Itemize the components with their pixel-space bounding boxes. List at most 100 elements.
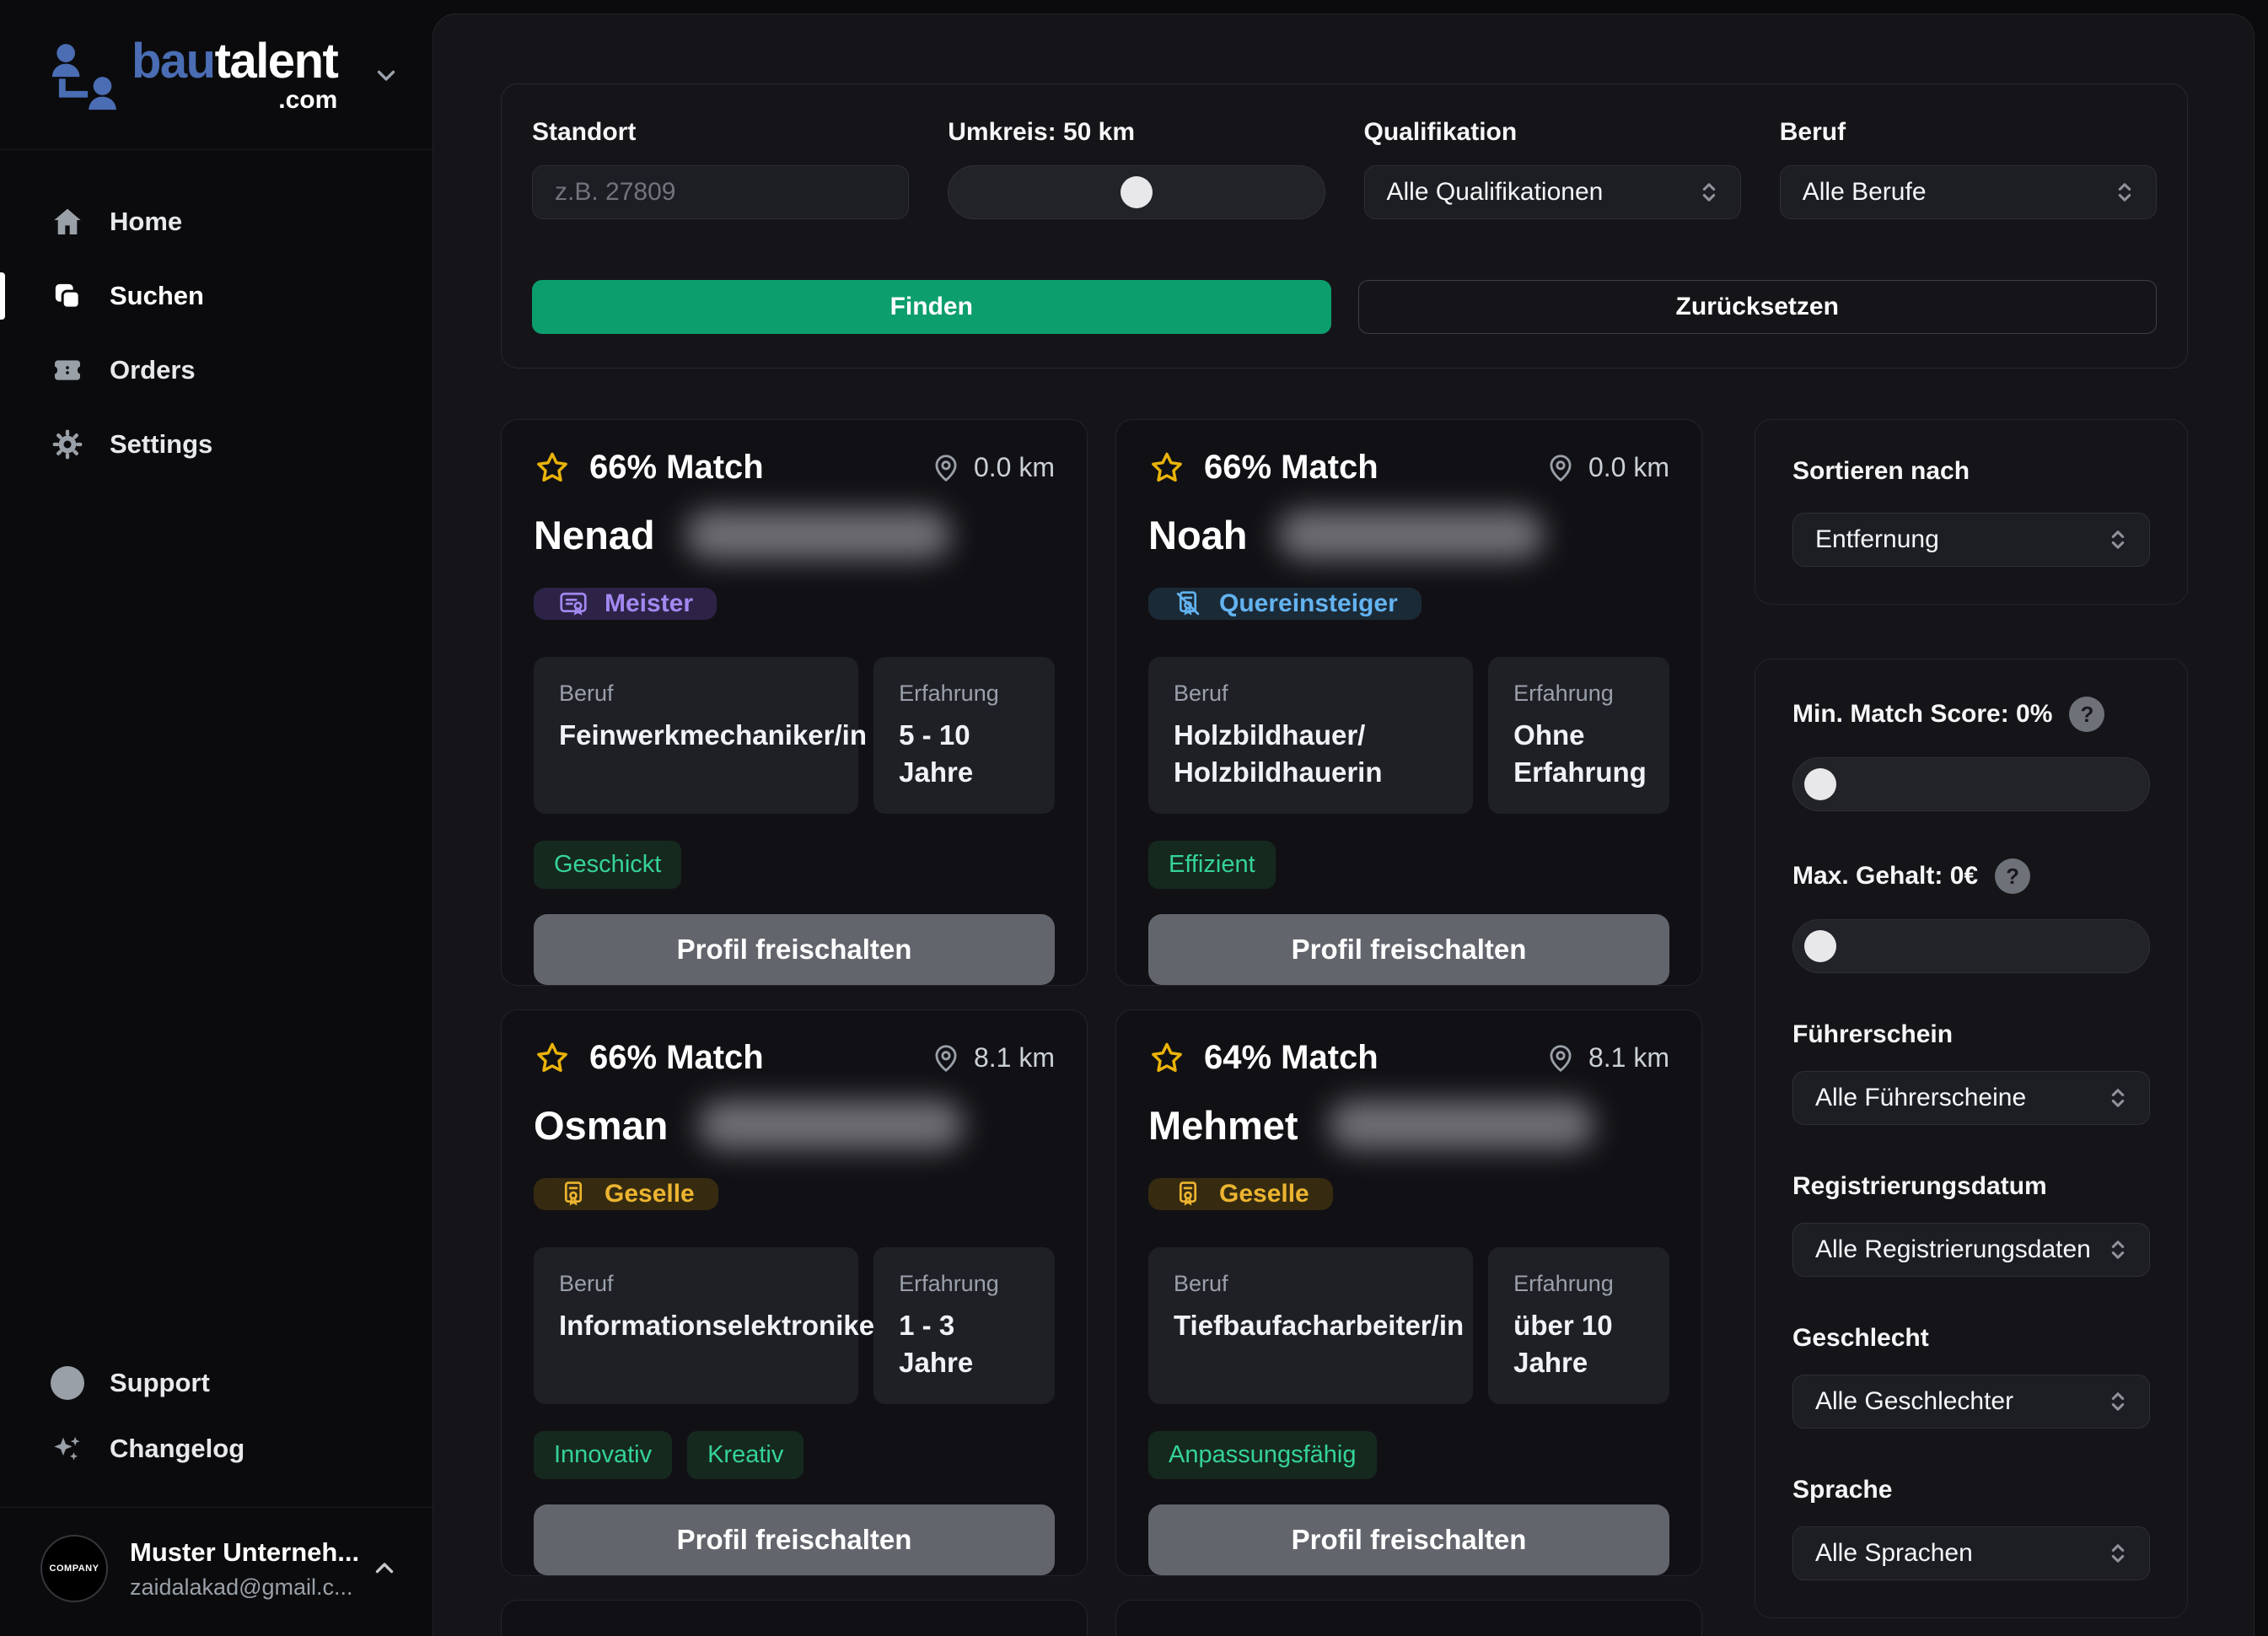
select-chevrons-icon (2104, 525, 2132, 554)
star-icon (1148, 449, 1185, 487)
beruf-select[interactable]: Alle Berufe (1780, 165, 2157, 219)
brand-wordmark: bautalent .com (132, 37, 337, 113)
brand-talent: talent (215, 34, 338, 89)
beruf-box-label: Beruf (559, 1271, 833, 1297)
sort-select-value: Entfernung (1815, 525, 1939, 554)
distance-value: 0.0 km (1588, 452, 1669, 483)
fuehrerschein-label: Führerschein (1792, 1020, 2150, 1049)
match-score: 66% Match (589, 449, 764, 487)
map-pin-icon (1545, 1042, 1577, 1074)
qualifikation-field-group: Qualifikation Alle Qualifikationen (1364, 118, 1741, 219)
sprache-label: Sprache (1792, 1476, 2150, 1504)
user-menu[interactable]: COMPANY Muster Unterneh... zaidalakad@gm… (0, 1508, 433, 1636)
qualification-badge: Meister (534, 588, 717, 620)
trait-tag: Geschickt (534, 841, 681, 889)
select-chevrons-icon (2104, 1235, 2132, 1264)
candidate-card: 66% Match 0.0 km Noah Quereinsteiger (1115, 419, 1702, 986)
sidebar-item-suchen[interactable]: Suchen (0, 263, 433, 329)
find-button[interactable]: Finden (532, 280, 1331, 334)
qualification-badge: Geselle (1148, 1178, 1333, 1210)
star-icon (534, 449, 571, 487)
candidate-first-name: Noah (1148, 512, 1248, 558)
unlock-profile-button[interactable]: Profil freischalten (1148, 914, 1669, 985)
sidebar-item-orders[interactable]: Orders (0, 337, 433, 403)
badge-label: Geselle (1219, 1180, 1309, 1208)
max-salary-slider[interactable] (1792, 919, 2150, 973)
beruf-box-value: Holzbildhauer/ Holzbildhauerin (1174, 717, 1448, 790)
distance-value: 8.1 km (1588, 1042, 1669, 1074)
match-score: 66% Match (1204, 449, 1379, 487)
sidebar: bautalent .com Home Suchen Orders (0, 0, 433, 1636)
help-icon[interactable]: ? (1995, 858, 2030, 894)
home-icon (51, 205, 84, 239)
bautalent-logo-icon (42, 31, 130, 119)
qualifikation-select-value: Alle Qualifikationen (1387, 178, 1604, 207)
geschlecht-label: Geschlecht (1792, 1324, 2150, 1353)
registrierungsdatum-select[interactable]: Alle Registrierungsdaten (1792, 1223, 2150, 1277)
sidebar-item-home[interactable]: Home (0, 189, 433, 255)
avatar: COMPANY (40, 1535, 108, 1602)
max-salary-section: Max. Gehalt: 0€ ? (1792, 858, 2150, 973)
sparkles-icon (51, 1432, 84, 1466)
beruf-box-value: Tiefbaufacharbeiter/in (1174, 1307, 1448, 1344)
help-icon[interactable]: ? (2069, 697, 2104, 732)
reset-button[interactable]: Zurücksetzen (1358, 280, 2158, 334)
sprache-select-value: Alle Sprachen (1815, 1539, 1973, 1568)
standort-input[interactable] (532, 165, 909, 219)
fuehrerschein-section: Führerschein Alle Führerscheine (1792, 1020, 2150, 1125)
user-name: Muster Unterneh... (130, 1537, 359, 1568)
badge-label: Quereinsteiger (1219, 589, 1398, 618)
umkreis-slider-thumb[interactable] (1121, 176, 1153, 208)
candidate-first-name: Mehmet (1148, 1102, 1298, 1149)
active-indicator (0, 272, 5, 320)
min-match-slider-thumb[interactable] (1804, 768, 1836, 800)
map-pin-icon (930, 452, 962, 484)
qualifikation-select[interactable]: Alle Qualifikationen (1364, 165, 1741, 219)
qualification-badge: Geselle (534, 1178, 718, 1210)
card-stub (1115, 1600, 1702, 1636)
geschlecht-select[interactable]: Alle Geschlechter (1792, 1375, 2150, 1429)
min-match-slider[interactable] (1792, 757, 2150, 811)
erfahrung-box-value: 1 - 3 Jahre (899, 1307, 1029, 1380)
beruf-label: Beruf (1780, 118, 2157, 147)
unlock-profile-button[interactable]: Profil freischalten (534, 1504, 1055, 1575)
candidate-card: 66% Match 8.1 km Osman Geselle Ber (501, 1009, 1088, 1576)
match-score: 64% Match (1204, 1039, 1379, 1077)
sidebar-bottom: ? Support Changelog COMPANY Muster Unter… (0, 1350, 433, 1636)
trait-tags: Innovativ Kreativ (534, 1404, 1055, 1479)
star-icon (1148, 1040, 1185, 1077)
unlock-profile-button[interactable]: Profil freischalten (1148, 1504, 1669, 1575)
sidebar-item-label: Orders (110, 355, 196, 385)
blurred-last-name (685, 510, 951, 559)
select-chevrons-icon (1695, 178, 1723, 207)
max-salary-slider-thumb[interactable] (1804, 930, 1836, 962)
beruf-box: Beruf Holzbildhauer/ Holzbildhauerin (1148, 657, 1473, 814)
brand-bau: bau (132, 34, 215, 89)
standort-field-group: Standort (532, 118, 909, 219)
chevron-down-icon[interactable] (372, 61, 400, 89)
search-filter-card: Standort Umkreis: 50 km Qualifikation Al… (501, 83, 2188, 369)
unlock-profile-button[interactable]: Profil freischalten (534, 914, 1055, 985)
qualification-badge: Quereinsteiger (1148, 588, 1422, 620)
erfahrung-box-label: Erfahrung (1513, 681, 1644, 707)
copy-icon (51, 279, 84, 313)
erfahrung-box-label: Erfahrung (899, 681, 1029, 707)
sidebar-item-label: Home (110, 207, 182, 237)
sidebar-item-settings[interactable]: Settings (0, 412, 433, 477)
min-match-section: Min. Match Score: 0% ? (1792, 697, 2150, 811)
fuehrerschein-select[interactable]: Alle Führerscheine (1792, 1071, 2150, 1125)
umkreis-slider[interactable] (948, 165, 1325, 219)
sidebar-item-changelog[interactable]: Changelog (0, 1416, 433, 1482)
badge-label: Meister (605, 589, 693, 618)
distance: 0.0 km (1545, 452, 1669, 484)
distance: 0.0 km (930, 452, 1055, 484)
sprache-select[interactable]: Alle Sprachen (1792, 1526, 2150, 1580)
sort-select[interactable]: Entfernung (1792, 513, 2150, 567)
brand-tld: .com (132, 88, 337, 113)
certificate-slash-icon (1172, 588, 1204, 620)
qualifikation-label: Qualifikation (1364, 118, 1741, 147)
match-score: 66% Match (589, 1039, 764, 1077)
sidebar-item-support[interactable]: ? Support (0, 1350, 433, 1416)
erfahrung-box-value: 5 - 10 Jahre (899, 717, 1029, 790)
chevron-up-icon[interactable] (370, 1554, 399, 1583)
